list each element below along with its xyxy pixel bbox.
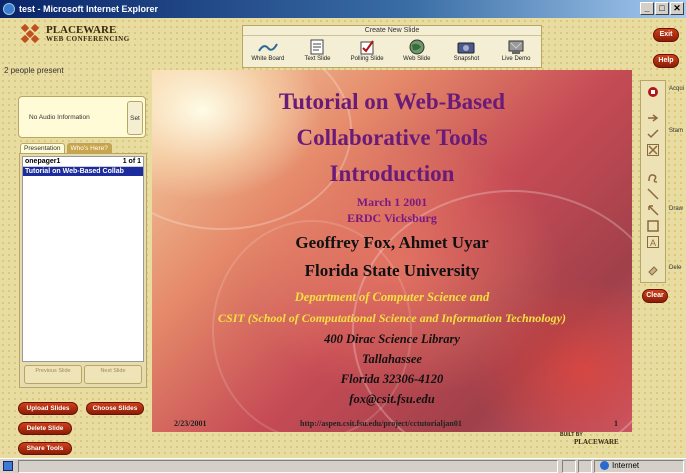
help-button[interactable]: Help (653, 54, 679, 68)
slide-dept-line-1: Department of Computer Science and (294, 290, 490, 304)
whiteboard-icon (257, 38, 279, 56)
security-zone: Internet (600, 461, 639, 470)
slide-canvas[interactable]: Tutorial on Web-Based Collaborative Tool… (152, 70, 632, 432)
slide-list-panel: onepager1 1 of 1 Tutorial on Web-Based C… (19, 153, 147, 388)
next-slide-button[interactable]: Next Slide (84, 365, 142, 384)
slide-title-line-3: Introduction (329, 161, 455, 186)
tab-presentation[interactable]: Presentation (20, 143, 65, 153)
tool-label: White Board (251, 56, 285, 62)
slide-footer-date: 2/23/2001 (174, 419, 207, 428)
arrow-stamp-icon[interactable] (646, 111, 660, 125)
page-status-icon (3, 461, 13, 471)
window-titlebar: test - Microsoft Internet Explorer _ □ ✕ (0, 0, 686, 18)
x-stamp-icon[interactable] (646, 143, 660, 157)
tool-label: Web Slide (403, 56, 431, 62)
tool-label: Polling Slide (350, 56, 384, 62)
delete-label: Dele (669, 265, 682, 271)
built-by-logo: BUILT BY PLACEWARE (560, 432, 619, 446)
rectangle-draw-icon[interactable] (646, 219, 660, 233)
exit-button[interactable]: Exit (653, 28, 679, 42)
polling-slide-button[interactable]: Polling Slide (343, 38, 391, 62)
live-demo-icon (505, 38, 527, 56)
slide-footer-page: 1 (614, 419, 618, 428)
freehand-draw-icon[interactable] (646, 171, 660, 185)
people-present: 2 people present (4, 66, 64, 75)
acquire-pointer-icon[interactable] (646, 85, 660, 99)
line-draw-icon[interactable] (646, 187, 660, 201)
status-bar: Internet (0, 458, 686, 473)
minimize-button[interactable]: _ (640, 2, 654, 15)
draw-label: Draw (669, 206, 684, 212)
slide-address-line-1: 400 Dirac Science Library (324, 332, 460, 346)
slide-address-line-2: Tallahassee (362, 352, 422, 366)
live-demo-button[interactable]: Live Demo (492, 38, 540, 62)
web-slide-button[interactable]: Web Slide (393, 38, 441, 62)
toolbar-title: Create New Slide (243, 26, 541, 36)
upload-slides-button[interactable]: Upload Slides (18, 402, 78, 415)
slide-count: 1 of 1 (122, 158, 141, 165)
globe-icon (600, 461, 609, 470)
delete-slide-button[interactable]: Delete Slide (18, 422, 72, 435)
text-slide-icon (306, 38, 328, 56)
previous-slide-button[interactable]: Previous Slide (24, 365, 82, 384)
slide-title-line-2: Collaborative Tools (296, 125, 488, 150)
placeware-logo-icon (20, 23, 42, 44)
stamp-label: Stam (669, 128, 684, 134)
web-slide-icon (406, 38, 428, 56)
presentation-name: onepager1 (25, 158, 61, 165)
tool-label: Live Demo (501, 56, 531, 62)
tool-label: Text Slide (304, 56, 331, 62)
audio-set-button[interactable]: Set (127, 101, 143, 135)
maximize-button[interactable]: □ (655, 2, 669, 15)
clear-button[interactable]: Clear (642, 289, 668, 303)
share-tools-button[interactable]: Share Tools (18, 442, 72, 455)
zone-label: Internet (612, 461, 640, 470)
arrow-draw-icon[interactable] (646, 203, 660, 217)
brand-tagline: WEB CONFERENCING (46, 35, 130, 43)
window-controls: _ □ ✕ (640, 2, 684, 15)
slide-date: March 1 2001 (356, 195, 428, 209)
slide-email: fox@csit.fsu.edu (349, 392, 435, 406)
tool-label: Snapshot (453, 56, 480, 62)
slide-location: ERDC Vicksburg (347, 211, 437, 225)
slide-list: onepager1 1 of 1 Tutorial on Web-Based C… (22, 156, 144, 362)
panel-tabs: Presentation Who's Here? (20, 143, 112, 153)
audio-info: No Audio Information (29, 114, 90, 121)
annotation-toolstrip: A (640, 80, 666, 283)
acquire-label: Acqui (669, 86, 685, 92)
eraser-icon[interactable] (646, 263, 660, 277)
audio-panel: No Audio Information Set (18, 96, 146, 138)
internet-explorer-icon (3, 3, 15, 15)
text-slide-button[interactable]: Text Slide (293, 38, 341, 62)
slide-authors: Geoffrey Fox, Ahmet Uyar (295, 233, 489, 252)
placeware-logo: PLACEWARE WEB CONFERENCING (20, 23, 130, 44)
camera-icon (455, 38, 477, 56)
text-draw-icon[interactable]: A (646, 235, 660, 249)
slide-university: Florida State University (304, 261, 480, 280)
brand-name: PLACEWARE (46, 24, 117, 36)
polling-slide-icon (356, 38, 378, 56)
tab-whos-here[interactable]: Who's Here? (66, 143, 112, 153)
built-by-name: PLACEWARE (574, 438, 619, 446)
snapshot-button[interactable]: Snapshot (442, 38, 490, 62)
window-title: test - Microsoft Internet Explorer (19, 4, 159, 14)
slide-list-header: onepager1 1 of 1 (23, 157, 143, 167)
svg-text:A: A (650, 238, 656, 248)
slide-title-line-1: Tutorial on Web-Based (278, 89, 506, 114)
list-item[interactable]: Tutorial on Web-Based Collab (23, 167, 143, 176)
slide-footer-url: http://aspen.csit.fsu.edu/project/cctuto… (300, 419, 462, 428)
slide-dept-line-2: CSIT (School of Computational Science an… (218, 311, 566, 325)
choose-slides-button[interactable]: Choose Slides (86, 402, 144, 415)
close-button[interactable]: ✕ (670, 2, 684, 15)
slide-address-line-3: Florida 32306-4120 (340, 372, 444, 386)
check-stamp-icon[interactable] (646, 127, 660, 141)
create-slide-toolbar: Create New Slide White Board Text Slide … (242, 25, 542, 68)
whiteboard-button[interactable]: White Board (244, 38, 292, 62)
